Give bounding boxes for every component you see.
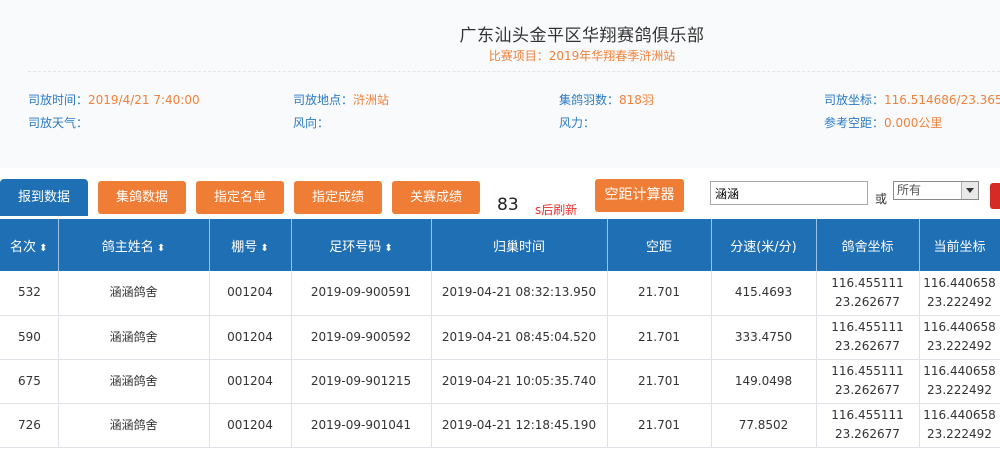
rank-cell: 675 [0,359,59,404]
release-info: 司放时间：2019/4/21 7:40:00 司放地点：浒洲站 集鸽羽数：818… [28,91,1000,137]
ring-cell: 2019-09-900592 [291,315,432,360]
wind-direction: 风向： [293,116,330,130]
distance-cell: 21.701 [607,271,712,316]
sort-icon: ⬍ [260,242,269,254]
refresh-countdown-label: s后刷新 [535,203,578,217]
loft-cell: 001204 [209,403,292,448]
owner-cell: 涵涵鸽舍 [58,403,210,448]
race-project: 比赛项目：2019年华翔春季浒洲站 [488,49,676,63]
table-header-row: 名次 ⬍ 鸽主姓名 ⬍ 棚号 ⬍ 足环号码 ⬍ 归巢时间 空距 分速(米/分) 鸽舍坐标… [0,219,1000,271]
loft-coordinates-cell: 116.455111 23.262677 [816,315,920,360]
table-row: 675 涵涵鸽舍 001204 2019-09-901215 2019-04-2… [0,359,1000,404]
column-header-loft[interactable]: 棚号 ⬍ [209,219,292,271]
divider [28,71,1000,72]
column-header-current-coordinates: 当前坐标 [919,219,1000,271]
distance-cell: 21.701 [607,359,712,404]
race-info-header: 广东汕头金平区华翔赛鸽俱乐部 比赛项目：2019年华翔春季浒洲站 司放时间：20… [0,0,1000,168]
owner-cell: 涵涵鸽舍 [58,359,210,404]
designated-list-button[interactable]: 指定名单 [196,181,284,214]
column-header-speed: 分速(米/分) [711,219,817,271]
search-input[interactable] [710,181,868,205]
refresh-countdown: 83 [497,195,519,215]
release-weather: 司放天气： [28,116,89,130]
arrival-time-cell: 2019-04-21 12:18:45.190 [431,403,608,448]
rank-cell: 532 [0,271,59,316]
table-row: 590 涵涵鸽舍 001204 2019-09-900592 2019-04-2… [0,315,1000,360]
speed-cell: 77.8502 [711,403,817,448]
wind-force: 风力： [559,116,596,130]
arrival-time-cell: 2019-04-21 10:05:35.740 [431,359,608,404]
owner-cell: 涵涵鸽舍 [58,271,210,316]
sort-icon: ⬍ [384,242,393,254]
release-coordinates: 司放坐标：116.514686/23.36502 [824,93,1000,107]
speed-cell: 333.4750 [711,315,817,360]
results-table: 名次 ⬍ 鸽主姓名 ⬍ 棚号 ⬍ 足环号码 ⬍ 归巢时间 空距 分速(米/分) 鸽舍坐标… [0,219,1000,448]
ring-cell: 2019-09-901215 [291,359,432,404]
column-header-loft-coordinates: 鸽舍坐标 [816,219,920,271]
loft-cell: 001204 [209,315,292,360]
loft-coordinates-cell: 116.455111 23.262677 [816,403,920,448]
loft-cell: 001204 [209,359,292,404]
loft-coordinates-cell: 116.455111 23.262677 [816,271,920,316]
page: 广东汕头金平区华翔赛鸽俱乐部 比赛项目：2019年华翔春季浒洲站 司放时间：20… [0,0,1000,450]
column-header-ring[interactable]: 足环号码 ⬍ [291,219,432,271]
info-row: 司放天气： 风向： 风力： 参考空距：0.000公里 [28,114,1000,137]
distance-cell: 21.701 [607,403,712,448]
info-row: 司放时间：2019/4/21 7:40:00 司放地点：浒洲站 集鸽羽数：818… [28,91,1000,114]
current-coordinates-cell: 116.440658 23.222492 [919,403,1000,448]
sort-icon: ⬍ [156,242,166,254]
owner-cell: 涵涵鸽舍 [58,315,210,360]
toolbar: 报到数据 集鸽数据 指定名单 指定成绩 关赛成绩 83 s后刷新 空距计算器 或… [0,179,1000,219]
distance-calculator-button[interactable]: 空距计算器 [595,179,684,212]
results-table-wrapper: 名次 ⬍ 鸽主姓名 ⬍ 棚号 ⬍ 足环号码 ⬍ 归巢时间 空距 分速(米/分) 鸽舍坐标… [0,219,1000,450]
loft-coordinates-cell: 116.455111 23.262677 [816,359,920,404]
rank-cell: 726 [0,403,59,448]
current-coordinates-cell: 116.440658 23.222492 [919,315,1000,360]
current-coordinates-cell: 116.440658 23.222492 [919,271,1000,316]
pigeon-count: 集鸽羽数：818羽 [559,93,654,107]
club-title: 广东汕头金平区华翔赛鸽俱乐部 [459,26,705,46]
collection-data-button[interactable]: 集鸽数据 [98,181,186,214]
filter-select[interactable]: 所有 [893,181,979,200]
sort-icon: ⬍ [39,242,48,254]
column-header-owner[interactable]: 鸽主姓名 ⬍ [58,219,210,271]
check-in-data-tab[interactable]: 报到数据 [0,179,88,216]
speed-cell: 149.0498 [711,359,817,404]
arrival-time-cell: 2019-04-21 08:32:13.950 [431,271,608,316]
table-row: 532 涵涵鸽舍 001204 2019-09-900591 2019-04-2… [0,271,1000,316]
reference-distance: 参考空距：0.000公里 [824,116,943,130]
release-time: 司放时间：2019/4/21 7:40:00 [28,93,200,107]
ring-cell: 2019-09-900591 [291,271,432,316]
distance-cell: 21.701 [607,315,712,360]
or-label: 或 [875,192,888,206]
table-row: 726 涵涵鸽舍 001204 2019-09-901041 2019-04-2… [0,403,1000,448]
column-header-arrival-time: 归巢时间 [431,219,608,271]
closing-results-button[interactable]: 关赛成绩 [392,181,480,214]
rank-cell: 590 [0,315,59,360]
current-coordinates-cell: 116.440658 23.222492 [919,359,1000,404]
arrival-time-cell: 2019-04-21 08:45:04.520 [431,315,608,360]
speed-cell: 415.4693 [711,271,817,316]
column-header-distance: 空距 [607,219,712,271]
designated-results-button[interactable]: 指定成绩 [294,181,382,214]
ring-cell: 2019-09-901041 [291,403,432,448]
search-button[interactable] [990,183,1000,209]
chevron-down-icon [961,182,978,199]
column-header-rank[interactable]: 名次 ⬍ [0,219,59,271]
release-location: 司放地点：浒洲站 [293,93,390,107]
loft-cell: 001204 [209,271,292,316]
